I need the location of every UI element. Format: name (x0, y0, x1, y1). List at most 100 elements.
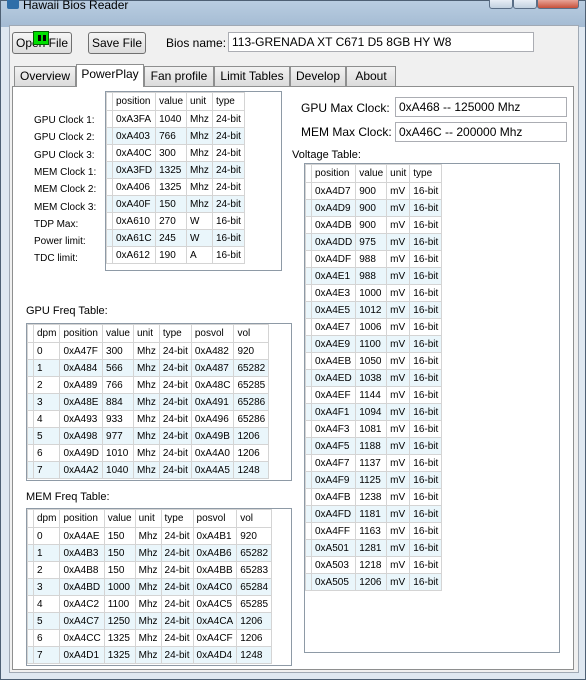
table-cell[interactable]: 24-bit (160, 629, 194, 647)
table-cell[interactable]: 0xA4DF (310, 250, 357, 268)
table-cell[interactable]: 0xA4F7 (310, 454, 357, 472)
table-cell[interactable]: 0xA4F9 (310, 471, 357, 489)
table-row[interactable]: 0xA4EF 1144 mV 16-bit (305, 386, 443, 404)
table-cell[interactable]: 65285 (236, 595, 273, 613)
table-cell[interactable]: mV (386, 284, 411, 302)
table-cell[interactable]: 920 (236, 527, 273, 545)
table-cell[interactable]: 1100 (355, 335, 388, 353)
table-cell[interactable]: 884 (102, 393, 134, 411)
table-cell[interactable]: mV (386, 437, 411, 455)
table-cell[interactable]: 0xA4AE (59, 527, 105, 545)
table-row[interactable]: 0 0xA4AE 150 Mhz 24-bit 0xA4B1 920 (27, 527, 273, 545)
table-cell[interactable]: 1137 (355, 454, 388, 472)
table-cell[interactable]: 0xA4C7 (59, 612, 105, 630)
table-cell[interactable]: 0xA4A2 (59, 461, 104, 479)
table-row[interactable]: 7 0xA4A2 1040 Mhz 24-bit 0xA4A5 1248 (27, 461, 270, 479)
table-cell[interactable]: 1325 (103, 629, 136, 647)
table-cell[interactable]: 0xA498 (59, 427, 104, 445)
table-cell[interactable]: Mhz (186, 195, 213, 213)
minimize-button[interactable] (489, 0, 513, 9)
table-cell[interactable]: 24-bit (211, 110, 245, 128)
table-cell[interactable]: 0xA4BB (192, 561, 238, 579)
table-row[interactable]: 0xA612 190 A 16-bit (106, 246, 245, 264)
table-cell[interactable]: 24-bit (160, 578, 194, 596)
table-cell[interactable]: 65283 (236, 561, 273, 579)
mem-freq-grid[interactable]: dpm position value unit type posvol vol 0 0xA4AE… (26, 508, 292, 666)
table-row[interactable]: 0xA4FD 1181 mV 16-bit (305, 505, 443, 523)
table-cell[interactable]: 270 (155, 212, 188, 230)
table-cell[interactable]: mV (386, 318, 411, 336)
table-cell[interactable]: mV (386, 301, 411, 319)
table-cell[interactable]: 6 (32, 444, 61, 462)
table-cell[interactable]: mV (386, 488, 411, 506)
table-row[interactable]: 0xA4DD 975 mV 16-bit (305, 233, 443, 251)
table-cell[interactable]: 1094 (355, 403, 388, 421)
table-row[interactable]: 3 0xA48E 884 Mhz 24-bit 0xA491 65286 (27, 393, 270, 411)
tab-overview[interactable]: Overview (14, 66, 76, 86)
table-cell[interactable]: 65282 (233, 359, 270, 377)
table-cell[interactable]: 24-bit (158, 444, 192, 462)
table-cell[interactable]: 1012 (355, 301, 388, 319)
table-cell[interactable]: 988 (355, 267, 388, 285)
table-cell[interactable]: 190 (155, 246, 188, 264)
table-cell[interactable]: 1163 (355, 522, 388, 540)
table-row[interactable]: 0xA3FD 1325 Mhz 24-bit (106, 161, 245, 179)
table-cell[interactable]: 16-bit (409, 318, 443, 336)
table-cell[interactable]: 0xA48C (190, 376, 235, 394)
table-cell[interactable]: 0 (32, 527, 61, 545)
table-row[interactable]: 4 0xA4C2 1100 Mhz 24-bit 0xA4C5 65285 (27, 595, 273, 613)
table-cell[interactable]: 16-bit (409, 301, 443, 319)
table-cell[interactable]: 2 (32, 376, 61, 394)
table-cell[interactable]: Mhz (134, 612, 162, 630)
table-row[interactable]: 0xA4DB 900 mV 16-bit (305, 216, 443, 234)
table-row[interactable]: 0xA4DF 988 mV 16-bit (305, 250, 443, 268)
table-cell[interactable]: 24-bit (160, 612, 194, 630)
table-cell[interactable]: 65286 (233, 393, 270, 411)
tab-develop[interactable]: Develop (290, 66, 346, 86)
table-cell[interactable]: 24-bit (160, 595, 194, 613)
table-cell[interactable]: 16-bit (409, 233, 443, 251)
table-cell[interactable]: 0xA4F5 (310, 437, 357, 455)
table-cell[interactable]: 0xA4B3 (59, 544, 105, 562)
table-cell[interactable]: 16-bit (409, 352, 443, 370)
table-cell[interactable]: Mhz (132, 461, 160, 479)
table-cell[interactable]: 0xA4ED (310, 369, 357, 387)
table-cell[interactable]: 3 (32, 393, 61, 411)
table-cell[interactable]: 5 (32, 612, 61, 630)
table-row[interactable]: 0xA40C 300 Mhz 24-bit (106, 144, 245, 162)
table-cell[interactable]: 0xA4C5 (192, 595, 238, 613)
table-cell[interactable]: 16-bit (211, 246, 245, 264)
table-cell[interactable]: mV (386, 216, 411, 234)
table-cell[interactable]: 1206 (233, 444, 270, 462)
table-cell[interactable]: W (186, 212, 213, 230)
table-row[interactable]: 0xA4ED 1038 mV 16-bit (305, 369, 443, 387)
table-cell[interactable]: 0xA403 (111, 127, 157, 145)
table-cell[interactable]: 4 (32, 410, 61, 428)
table-row[interactable]: 7 0xA4D1 1325 Mhz 24-bit 0xA4D4 1248 (27, 646, 273, 664)
table-cell[interactable]: 0xA4D4 (192, 646, 238, 664)
table-cell[interactable]: 0xA49D (59, 444, 104, 462)
table-cell[interactable]: 0xA4B1 (192, 527, 238, 545)
table-cell[interactable]: 1188 (355, 437, 388, 455)
table-cell[interactable]: 0xA4CC (59, 629, 105, 647)
table-row[interactable]: 0xA3FA 1040 Mhz 24-bit (106, 110, 245, 128)
table-row[interactable]: 0xA4D7 900 mV 16-bit (305, 182, 443, 200)
table-cell[interactable]: Mhz (134, 561, 162, 579)
table-cell[interactable]: 1281 (355, 539, 388, 557)
table-cell[interactable]: A (186, 246, 213, 264)
table-cell[interactable]: 16-bit (409, 437, 443, 455)
table-cell[interactable]: 24-bit (160, 527, 194, 545)
table-cell[interactable]: mV (386, 539, 411, 557)
table-cell[interactable]: mV (386, 352, 411, 370)
table-cell[interactable]: 1206 (355, 573, 388, 591)
table-cell[interactable]: 0xA4BD (59, 578, 105, 596)
table-cell[interactable]: 16-bit (409, 199, 443, 217)
table-cell[interactable]: 0xA40F (111, 195, 157, 213)
table-cell[interactable]: Mhz (132, 376, 160, 394)
table-cell[interactable]: 0xA40C (111, 144, 157, 162)
table-cell[interactable]: 0xA612 (111, 246, 157, 264)
table-cell[interactable]: 1050 (355, 352, 388, 370)
table-cell[interactable]: mV (386, 250, 411, 268)
table-cell[interactable]: 24-bit (211, 161, 245, 179)
table-cell[interactable]: 65284 (236, 578, 273, 596)
